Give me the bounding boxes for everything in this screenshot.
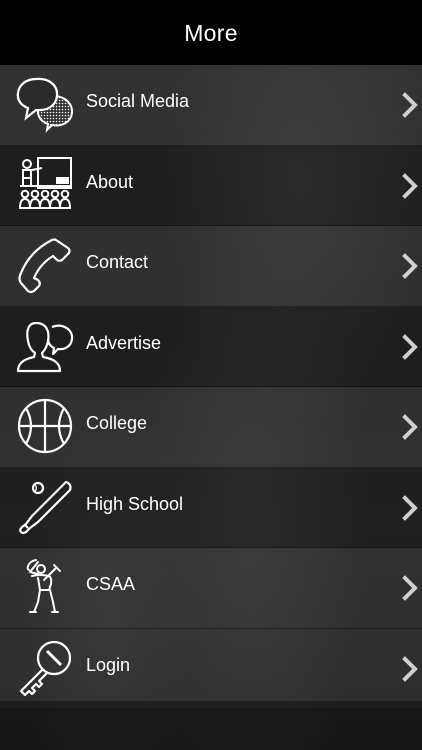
menu-item-label: About — [86, 171, 134, 192]
menu-item-social-media[interactable]: Social Media — [0, 65, 422, 146]
menu-item-college[interactable]: College — [0, 387, 422, 468]
chevron-right-icon — [401, 494, 419, 521]
chevron-right-icon — [401, 333, 419, 360]
menu-item-login[interactable]: Login — [0, 628, 422, 709]
golfer-icon — [16, 558, 74, 616]
chevron-right-icon — [401, 575, 419, 601]
menu-item-high-school[interactable]: High School — [0, 467, 422, 548]
menu-item-about[interactable]: About — [0, 145, 422, 226]
basketball-icon — [16, 397, 74, 455]
baseball-bat-icon — [16, 478, 74, 536]
background-filler — [0, 701, 422, 750]
more-menu: Social Media About Contact Advertise Col… — [0, 65, 422, 709]
presentation-audience-icon — [16, 156, 74, 214]
chevron-right-icon — [401, 92, 419, 118]
menu-item-label: Advertise — [86, 332, 162, 353]
speech-bubbles-icon — [16, 75, 74, 133]
menu-item-label: CSAA — [86, 574, 136, 594]
more-screen: More Social Media About Contact Advertis… — [0, 0, 422, 750]
menu-item-csaa[interactable]: CSAA — [0, 548, 422, 629]
chevron-right-icon — [401, 172, 419, 199]
header-bar: More — [0, 0, 422, 65]
menu-item-label: Social Media — [86, 91, 190, 111]
menu-item-contact[interactable]: Contact — [0, 226, 422, 307]
chevron-right-icon — [401, 414, 419, 440]
phone-handset-icon — [16, 236, 74, 294]
menu-item-advertise[interactable]: Advertise — [0, 306, 422, 387]
menu-item-label: High School — [86, 493, 184, 514]
menu-item-label: Login — [86, 654, 131, 675]
chevron-right-icon — [401, 253, 419, 279]
key-icon — [16, 639, 74, 697]
menu-item-label: College — [86, 413, 148, 433]
page-title: More — [184, 20, 238, 46]
chevron-right-icon — [401, 655, 419, 682]
menu-item-label: Contact — [86, 252, 149, 272]
person-speaking-icon — [16, 317, 74, 375]
